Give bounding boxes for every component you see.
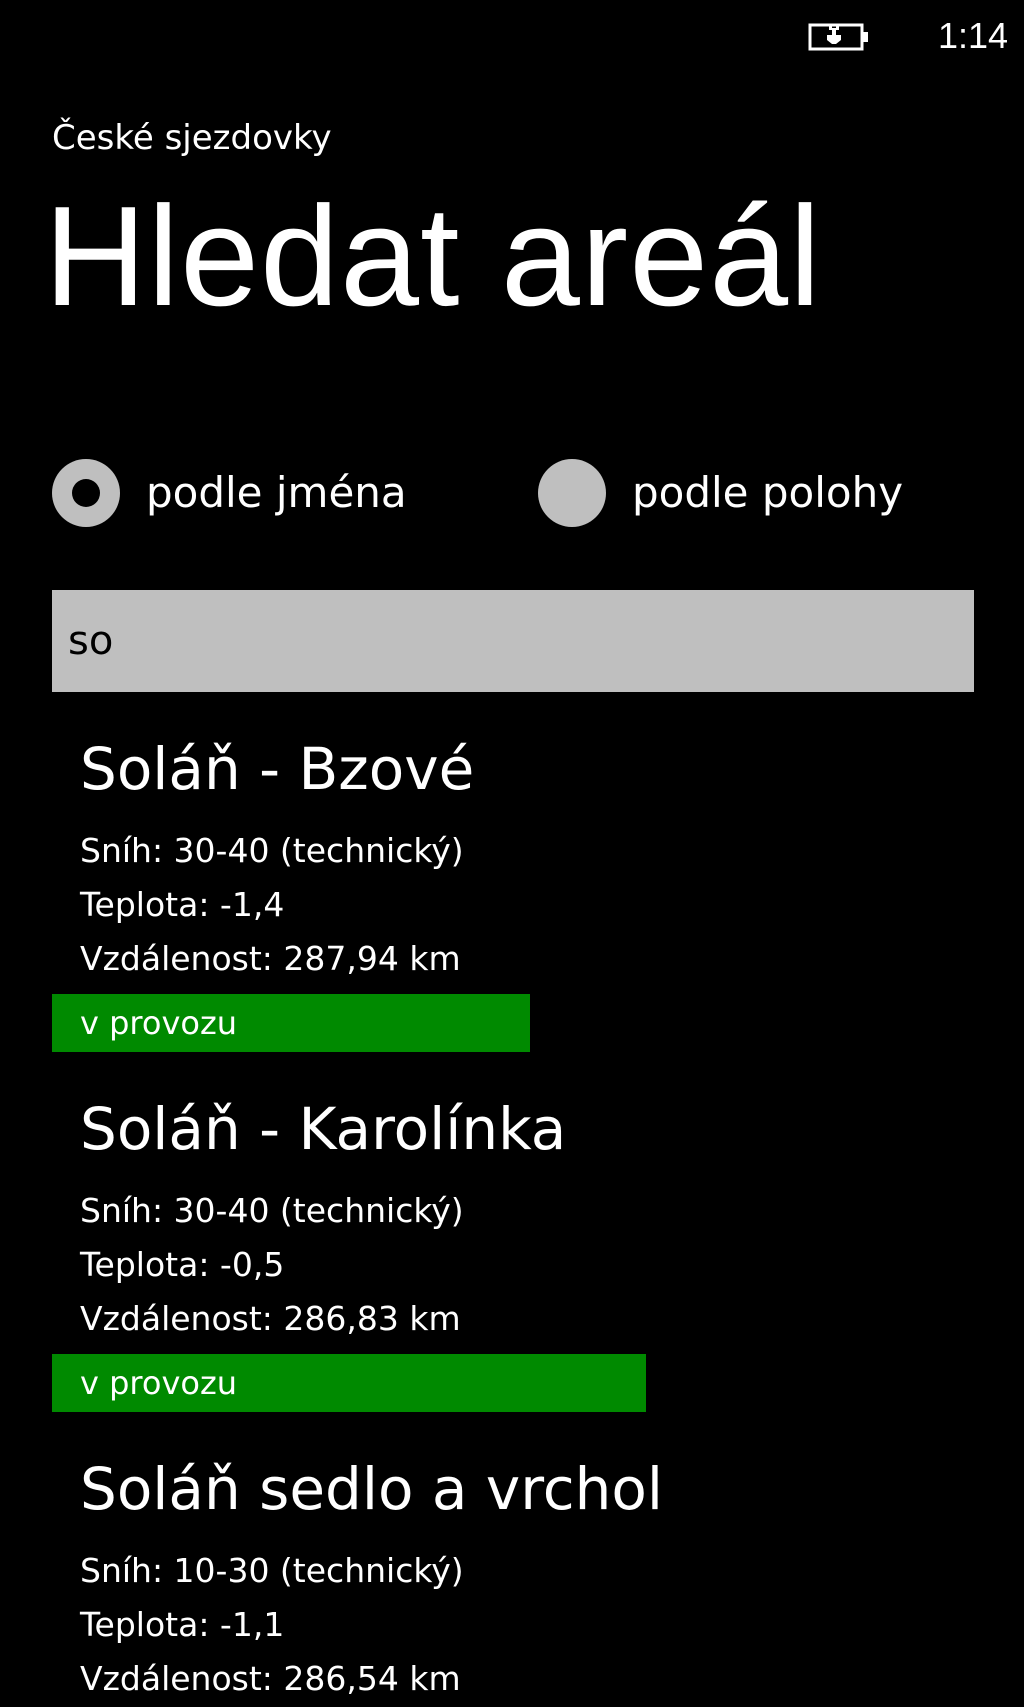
result-distance: Vzdálenost: 286,54 km bbox=[80, 1659, 461, 1698]
result-temperature: Teplota: -0,5 bbox=[80, 1245, 285, 1284]
list-item[interactable]: Soláň - Bzové Sníh: 30-40 (technický) Te… bbox=[52, 728, 980, 1052]
result-snow: Sníh: 30-40 (technický) bbox=[80, 1191, 464, 1230]
radio-selected-indicator bbox=[52, 459, 120, 527]
list-item[interactable]: Soláň sedlo a vrchol Sníh: 10-30 (techni… bbox=[80, 1448, 980, 1706]
status-bar: 1:14 bbox=[0, 0, 1024, 72]
battery-charging-icon bbox=[808, 23, 868, 51]
result-name: Soláň - Bzové bbox=[80, 735, 475, 803]
result-distance: Vzdálenost: 287,94 km bbox=[80, 939, 461, 978]
radio-by-name[interactable]: podle jména bbox=[52, 458, 407, 528]
search-input[interactable] bbox=[52, 590, 974, 692]
result-name: Soláň - Karolínka bbox=[80, 1095, 567, 1163]
radio-by-location[interactable]: podle polohy bbox=[538, 458, 903, 528]
result-temperature: Teplota: -1,1 bbox=[80, 1605, 285, 1644]
page-title: Hledat areál bbox=[44, 177, 822, 336]
status-time: 1:14 bbox=[938, 15, 1009, 56]
status-badge: v provozu bbox=[52, 994, 530, 1052]
radio-dot bbox=[72, 479, 100, 507]
result-snow: Sníh: 30-40 (technický) bbox=[80, 831, 464, 870]
radio-label-by-name: podle jména bbox=[146, 468, 407, 517]
radio-unselected-indicator bbox=[538, 459, 606, 527]
radio-label-by-location: podle polohy bbox=[632, 468, 904, 517]
result-distance: Vzdálenost: 286,83 km bbox=[80, 1299, 461, 1338]
app-title: České sjezdovky bbox=[52, 118, 332, 158]
status-badge: v provozu bbox=[52, 1354, 646, 1412]
result-temperature: Teplota: -1,4 bbox=[80, 885, 285, 924]
list-item[interactable]: Soláň - Karolínka Sníh: 30-40 (technický… bbox=[52, 1088, 980, 1412]
result-snow: Sníh: 10-30 (technický) bbox=[80, 1551, 464, 1590]
result-name: Soláň sedlo a vrchol bbox=[80, 1455, 664, 1523]
